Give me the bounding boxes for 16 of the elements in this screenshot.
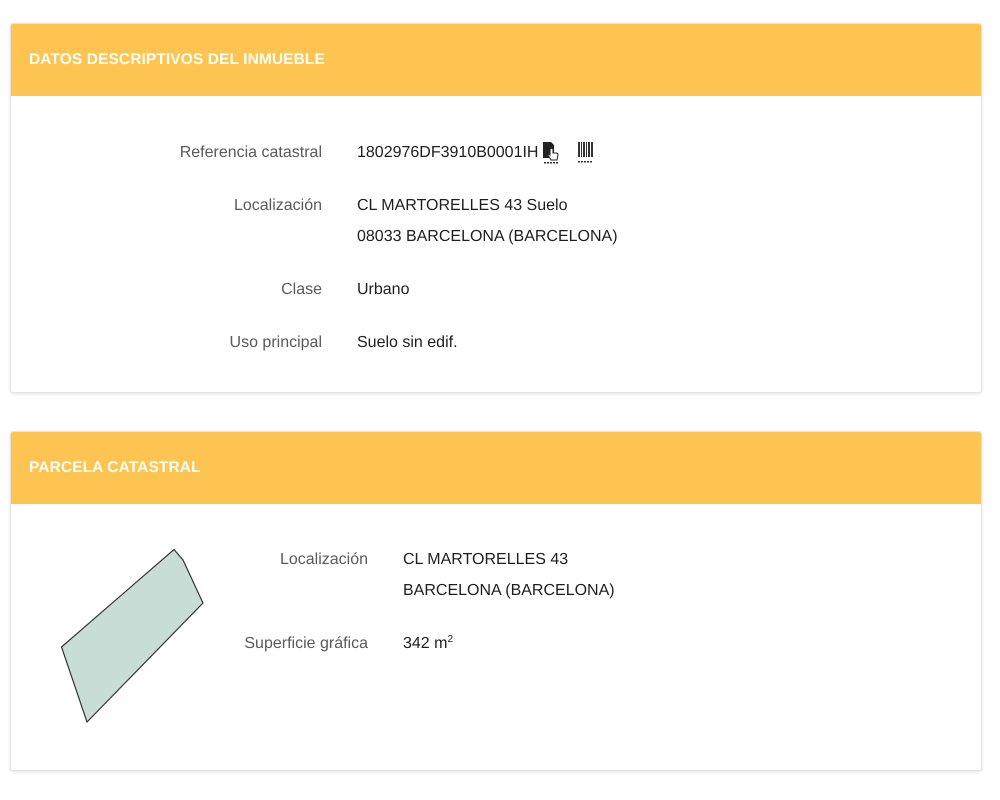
field-value: 1802976DF3910B0001IH [357,143,538,163]
section-title: DATOS DESCRIPTIVOS DEL INMUEBLE [29,50,325,70]
field-value: CL MARTORELLES 43 Suelo 08033 BARCELONA (BARCELONA) [357,196,618,247]
document-pointer-icon[interactable] [542,141,560,164]
field-label: Superficie gráfica [243,634,368,654]
field-value: Urbano [357,280,410,300]
field-label: Clase [280,280,322,300]
field-value: CL MARTORELLES 43 BARCELONA (BARCELONA) [403,550,615,601]
field-value: 342 m$^{2}$ [403,633,454,654]
field-label: Referencia catastral [178,143,322,163]
section-title: PARCELA CATASTRAL [29,458,201,478]
field-value: Suelo sin edif. [357,333,458,353]
field-label: Localización [278,550,368,570]
barcode-icon[interactable] [577,141,594,163]
field-label: Localización [232,196,322,216]
field-label: Uso principal [228,333,322,353]
